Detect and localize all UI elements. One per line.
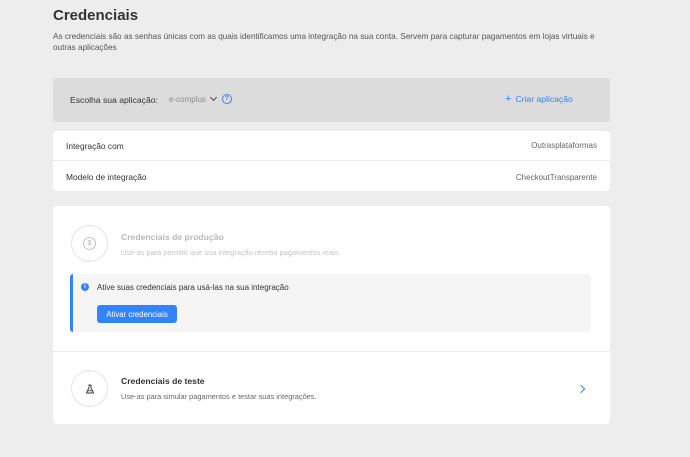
application-selector-label: Escolha sua aplicação: — [70, 95, 158, 105]
test-credentials-title[interactable]: Credenciais de teste — [121, 376, 205, 386]
integration-model-key: Modelo de integração — [66, 172, 147, 182]
integration-model-value: CheckoutTransparente — [515, 172, 597, 182]
plus-icon: + — [505, 93, 512, 105]
create-application-button[interactable]: + Criar aplicação — [505, 93, 573, 105]
integration-model-row: Modelo de integração CheckoutTransparent… — [53, 162, 610, 192]
production-credentials-title: Credenciais de produção — [121, 232, 224, 242]
production-credentials-subtitle: Use-as para permitir que sua integração … — [121, 248, 341, 257]
chevron-down-icon — [209, 93, 217, 102]
integration-info-card: Integração com Outrasplataformas Modelo … — [53, 131, 610, 191]
integration-value: Outrasplataformas — [531, 141, 597, 150]
chevron-right-icon[interactable] — [576, 384, 586, 394]
activation-notice-text: Ative suas credenciais para usá-las na s… — [97, 283, 289, 292]
production-icon-circle: $ — [71, 225, 108, 262]
info-icon: i — [81, 283, 89, 291]
activate-credentials-button[interactable]: Ativar credenciais — [97, 305, 177, 323]
page-title: Credenciais — [53, 7, 139, 24]
integration-row: Integração com Outrasplataformas — [53, 131, 610, 161]
dollar-coin-icon: $ — [83, 237, 96, 250]
application-selector-bar: Escolha sua aplicação: e-complus ? + Cri… — [53, 78, 610, 122]
flask-icon — [85, 384, 94, 393]
question-circle-icon[interactable]: ? — [221, 94, 232, 104]
application-dropdown-value: e-complus — [169, 94, 206, 104]
test-icon-circle — [71, 370, 108, 407]
integration-key: Integração com — [66, 140, 124, 151]
activation-notice: i Ative suas credenciais para usá-las na… — [70, 274, 591, 332]
test-credentials-subtitle: Use-as para simular pagamentos e testar … — [121, 392, 317, 401]
credentials-card: $ Credenciais de produção Use-as para pe… — [53, 206, 610, 424]
divider — [53, 351, 610, 352]
page-description: As credenciais são as senhas únicas com … — [53, 32, 595, 52]
application-dropdown[interactable]: e-complus ? — [169, 93, 232, 104]
create-application-label: Criar aplicação — [515, 94, 573, 104]
